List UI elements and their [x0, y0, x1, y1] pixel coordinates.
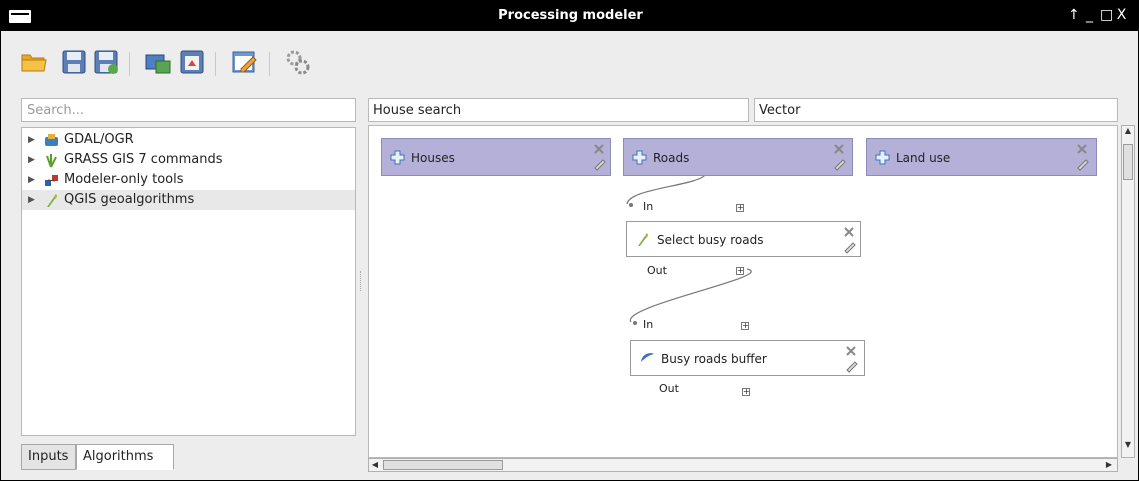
save-icon [62, 50, 86, 74]
expand-port-icon[interactable]: + [736, 267, 744, 275]
gdal-icon [45, 134, 58, 146]
expand-port-icon[interactable]: + [742, 388, 750, 396]
export-image-icon [145, 54, 171, 74]
algorithm-tree: ▶ GDAL/OGR ▶ GRASS GIS 7 commands ▶ Mode… [21, 127, 356, 436]
open-model-button[interactable] [19, 47, 49, 77]
expand-arrow-icon[interactable]: ▶ [28, 130, 35, 150]
search-input[interactable] [21, 98, 356, 122]
model-canvas[interactable]: Houses Roads Land use In + Select busy r… [368, 125, 1118, 458]
plus-icon [875, 150, 890, 165]
tree-item-gdal[interactable]: ▶ GDAL/OGR [22, 130, 355, 150]
save-as-button[interactable] [91, 47, 121, 77]
tree-item-modeler-only[interactable]: ▶ Modeler-only tools [22, 170, 355, 190]
port-out-label: Out [647, 264, 667, 277]
tree-item-qgis[interactable]: ▶ QGIS geoalgorithms [22, 190, 355, 210]
remove-edit-icon[interactable] [844, 344, 860, 374]
toolbar-separator [129, 52, 130, 76]
save-button[interactable] [59, 47, 89, 77]
export-python-button[interactable] [177, 47, 207, 77]
model-name-field[interactable] [368, 98, 749, 122]
remove-edit-icon[interactable] [832, 142, 848, 172]
window-controls: ↑_ □X [1068, 7, 1132, 23]
input-node-houses[interactable]: Houses [381, 138, 611, 176]
plus-icon [390, 150, 405, 165]
tab-inputs[interactable]: Inputs [21, 444, 76, 470]
vertical-scroll-thumb[interactable] [1123, 144, 1133, 180]
processing-modeler-window: Processing modeler ↑_ □X Search... ▶ GDA… [0, 0, 1139, 481]
grass-icon [46, 154, 57, 168]
qgis-icon [47, 194, 57, 207]
edit-help-icon [232, 51, 257, 73]
window-title: Processing modeler [498, 8, 643, 23]
port-in-label: In [643, 318, 654, 331]
input-node-roads[interactable]: Roads [623, 138, 853, 176]
expand-port-icon[interactable]: + [736, 204, 744, 212]
select-icon [638, 233, 648, 246]
title-bar[interactable]: Processing modeler ↑_ □X [1, 1, 1138, 31]
folder-open-icon [21, 54, 47, 72]
remove-edit-icon[interactable] [842, 225, 858, 255]
horizontal-scroll-thumb[interactable] [383, 460, 503, 470]
keep-above-icon[interactable]: ↑ [1068, 7, 1084, 23]
save-as-icon [94, 50, 118, 74]
edit-help-button[interactable] [229, 47, 259, 77]
panel-splitter[interactable] [360, 271, 365, 291]
vertical-scrollbar[interactable]: ▲ ▼ [1121, 125, 1135, 458]
scroll-right-icon[interactable]: ▶ [1103, 459, 1115, 471]
toolbar-separator [215, 52, 216, 76]
algorithm-node-busy-roads-buffer[interactable]: Busy roads buffer [630, 340, 865, 376]
algorithm-node-select-busy-roads[interactable]: Select busy roads [626, 221, 861, 257]
expand-port-icon[interactable]: + [741, 322, 749, 330]
expand-arrow-icon[interactable]: ▶ [28, 190, 35, 210]
close-icon[interactable]: X [1116, 7, 1132, 23]
maximize-icon[interactable]: □ [1100, 7, 1116, 23]
expand-arrow-icon[interactable]: ▶ [28, 150, 35, 170]
export-image-button[interactable] [143, 47, 173, 77]
plus-icon [632, 150, 647, 165]
minimize-icon[interactable]: _ [1084, 7, 1100, 23]
remove-edit-icon[interactable] [1075, 142, 1091, 172]
tab-algorithms[interactable]: Algorithms [76, 444, 174, 470]
gears-icon [286, 50, 310, 75]
toolbar-separator [269, 52, 270, 76]
horizontal-scrollbar[interactable]: ◀ ▶ [368, 458, 1118, 472]
export-script-icon [180, 50, 204, 74]
port-out-label: Out [659, 382, 679, 395]
scroll-down-icon[interactable]: ▼ [1123, 440, 1133, 454]
buffer-icon [641, 353, 654, 362]
model-group-field[interactable] [754, 98, 1118, 122]
port-in-label: In [643, 200, 654, 213]
run-model-button[interactable] [283, 47, 313, 77]
expand-arrow-icon[interactable]: ▶ [28, 170, 35, 190]
input-node-land-use[interactable]: Land use [866, 138, 1097, 176]
scroll-up-icon[interactable]: ▲ [1123, 126, 1133, 140]
tree-item-grass[interactable]: ▶ GRASS GIS 7 commands [22, 150, 355, 170]
remove-edit-icon[interactable] [592, 142, 608, 172]
wire-roads-to-select [626, 173, 707, 205]
modeler-icon [45, 175, 58, 186]
scroll-left-icon[interactable]: ◀ [369, 459, 381, 471]
